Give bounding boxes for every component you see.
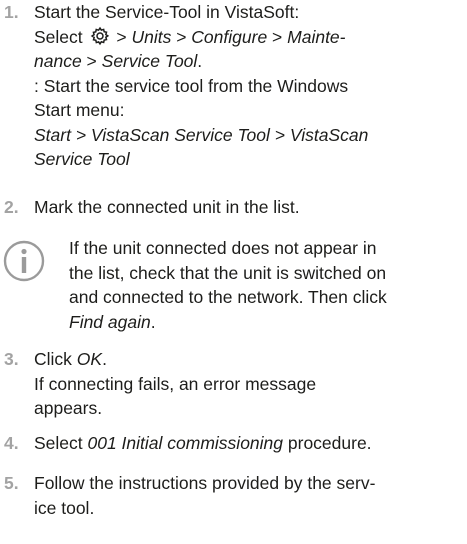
step-text: : Start the service tool from the Window… <box>34 75 349 96</box>
ok-label: OK <box>76 349 103 369</box>
step-body: Click OK. If connecting fails, an error … <box>34 347 463 421</box>
info-icon <box>3 240 45 282</box>
step-body: Start the Service-Tool in VistaSoft: Sel… <box>34 0 463 172</box>
step-text: Follow the instructions provided by the … <box>34 473 376 493</box>
note-text: If the unit connected does not appear in <box>69 238 377 258</box>
step-text: appears. <box>34 398 103 418</box>
select-label: Select <box>34 26 83 47</box>
gear-icon <box>90 26 109 45</box>
step-text: If connecting fails, an error message <box>34 373 317 394</box>
step-text: Select 001 Initial commissioning procedu… <box>34 433 372 453</box>
step-text: Start the Service-Tool in VistaSoft: <box>34 2 300 22</box>
step-text: ice tool. <box>34 497 95 518</box>
step-body: Follow the instructions provided by the … <box>34 471 463 520</box>
step-text: Click OK. <box>34 349 107 369</box>
step-number: 2. <box>4 197 19 217</box>
step-body: Mark the connected unit in the list. <box>34 195 463 220</box>
note-text: and connected to the network. Then click <box>69 287 387 307</box>
start-menu-path-cont: Service Tool <box>34 149 130 169</box>
note-body: If the unit connected does not appear in… <box>69 236 463 334</box>
menu-maintenance: Mainte- <box>287 26 346 47</box>
step-number: 4. <box>4 433 19 453</box>
note-text: the list, check that the unit is switche… <box>69 262 387 283</box>
menu-configure: Configure <box>191 26 268 47</box>
menu-units: Units <box>131 26 172 47</box>
step-text: Start menu: <box>34 100 125 120</box>
step-body: Select 001 Initial commissioning procedu… <box>34 431 463 456</box>
menu-path: Select > Units > Configure > Mainte- <box>34 26 346 47</box>
find-again-label: Find again <box>69 311 151 332</box>
instruction-page: 1. Start the Service-Tool in VistaSoft: … <box>0 0 467 544</box>
step-number: 5. <box>4 473 19 493</box>
note-text: Find again. <box>69 311 156 332</box>
step-number: 1. <box>4 2 19 22</box>
procedure-label: 001 Initial commissioning <box>87 433 284 453</box>
step-number: 3. <box>4 349 19 369</box>
menu-path-cont: nance > Service Tool. <box>34 51 203 71</box>
menu-service-tool: Service Tool <box>101 51 198 71</box>
start-menu-path: Start > VistaScan Service Tool > VistaSc… <box>34 124 369 145</box>
step-text: Mark the connected unit in the list. <box>34 197 300 217</box>
